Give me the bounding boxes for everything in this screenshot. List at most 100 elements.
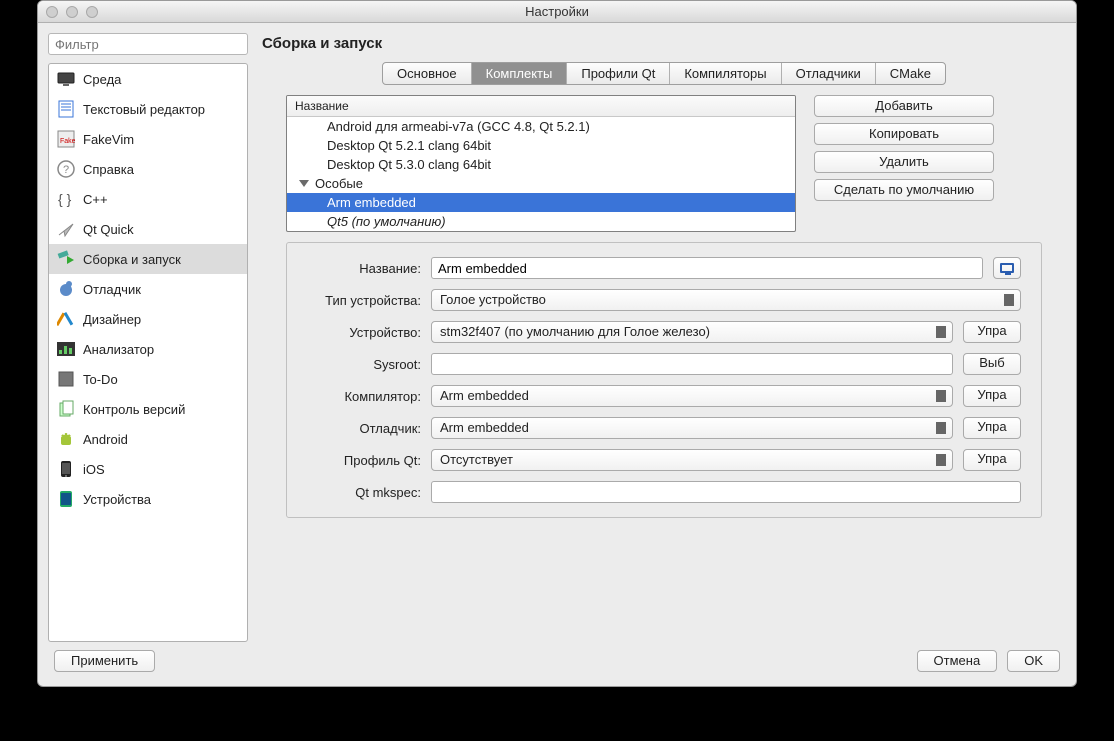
footer: Применить Отмена OK xyxy=(38,650,1076,686)
kit-row[interactable]: Desktop Qt 5.2.1 clang 64bit xyxy=(287,136,795,155)
sidebar-item-label: Справка xyxy=(83,162,134,177)
content-pane: Сборка и запуск Основное Комплекты Профи… xyxy=(262,33,1066,642)
monitor-icon xyxy=(1000,263,1014,273)
label-device-type: Тип устройства: xyxy=(307,293,421,308)
sidebar: Среда Текстовый редактор Fake FakeVim ? … xyxy=(48,33,248,642)
titlebar: Настройки xyxy=(38,1,1076,23)
tab-compilers[interactable]: Компиляторы xyxy=(670,63,781,84)
sidebar-item-vcs[interactable]: Контроль версий xyxy=(49,394,247,424)
tab-general[interactable]: Основное xyxy=(383,63,472,84)
sidebar-item-help[interactable]: ? Справка xyxy=(49,154,247,184)
sidebar-item-devices[interactable]: Устройства xyxy=(49,484,247,514)
sidebar-item-label: To-Do xyxy=(83,372,118,387)
iphone-icon xyxy=(57,460,75,478)
kits-list[interactable]: Название Android для armeabi-v7a (GCC 4.… xyxy=(286,95,796,232)
sidebar-item-label: Устройства xyxy=(83,492,151,507)
choose-sysroot-button[interactable]: Выб xyxy=(963,353,1021,375)
label-sysroot: Sysroot: xyxy=(307,357,421,372)
svg-text:?: ? xyxy=(63,164,69,176)
sidebar-item-fakevim[interactable]: Fake FakeVim xyxy=(49,124,247,154)
window-title: Настройки xyxy=(38,4,1076,19)
sidebar-item-label: Qt Quick xyxy=(83,222,134,237)
sidebar-item-qtquick[interactable]: Qt Quick xyxy=(49,214,247,244)
sidebar-item-analyzer[interactable]: Анализатор xyxy=(49,334,247,364)
sidebar-item-android[interactable]: Android xyxy=(49,424,247,454)
zoom-window-icon[interactable] xyxy=(86,6,98,18)
tab-cmake[interactable]: CMake xyxy=(876,63,945,84)
delete-button[interactable]: Удалить xyxy=(814,151,994,173)
sidebar-item-debugger[interactable]: Отладчик xyxy=(49,274,247,304)
minimize-window-icon[interactable] xyxy=(66,6,78,18)
kit-group-label: Особые xyxy=(315,175,363,192)
android-icon xyxy=(57,430,75,448)
tab-bar: Основное Комплекты Профили Qt Компилятор… xyxy=(262,62,1066,85)
paperplane-icon xyxy=(57,220,75,238)
bug-icon xyxy=(57,280,75,298)
device-icon-button[interactable] xyxy=(993,257,1021,279)
sidebar-item-label: Отладчик xyxy=(83,282,141,297)
add-button[interactable]: Добавить xyxy=(814,95,994,117)
category-list[interactable]: Среда Текстовый редактор Fake FakeVim ? … xyxy=(48,63,248,642)
svg-text:Fake: Fake xyxy=(60,138,75,145)
svg-text:{ }: { } xyxy=(58,191,72,207)
sysroot-input[interactable] xyxy=(431,353,953,375)
label-debugger: Отладчик: xyxy=(307,421,421,436)
compiler-select[interactable]: Arm embedded xyxy=(431,385,953,407)
sidebar-item-label: Анализатор xyxy=(83,342,154,357)
kit-group[interactable]: Особые xyxy=(287,174,795,193)
braces-icon: { } xyxy=(57,190,75,208)
qt-profile-select[interactable]: Отсутствует xyxy=(431,449,953,471)
chart-icon xyxy=(57,340,75,358)
kit-row[interactable]: Desktop Qt 5.3.0 clang 64bit xyxy=(287,155,795,174)
sidebar-item-label: Сборка и запуск xyxy=(83,252,181,267)
kit-row-selected[interactable]: Arm embedded xyxy=(287,193,795,212)
question-icon: ? xyxy=(57,160,75,178)
pencil-brush-icon xyxy=(57,310,75,328)
manage-qt-button[interactable]: Упра xyxy=(963,449,1021,471)
expand-icon[interactable] xyxy=(299,180,309,187)
copy-button[interactable]: Копировать xyxy=(814,123,994,145)
filter-input[interactable] xyxy=(48,33,248,55)
window-controls xyxy=(46,6,98,18)
sidebar-item-label: Дизайнер xyxy=(83,312,141,327)
sidebar-item-build-run[interactable]: Сборка и запуск xyxy=(49,244,247,274)
sidebar-item-designer[interactable]: Дизайнер xyxy=(49,304,247,334)
sidebar-item-text-editor[interactable]: Текстовый редактор xyxy=(49,94,247,124)
tablet-icon xyxy=(57,490,75,508)
kit-row-default[interactable]: Qt5 (по умолчанию) xyxy=(287,212,795,231)
device-select[interactable]: stm32f407 (по умолчанию для Голое железо… xyxy=(431,321,953,343)
close-window-icon[interactable] xyxy=(46,6,58,18)
sidebar-item-label: C++ xyxy=(83,192,108,207)
label-qt-profile: Профиль Qt: xyxy=(307,453,421,468)
sidebar-item-cpp[interactable]: { } C++ xyxy=(49,184,247,214)
device-type-select[interactable]: Голое устройство xyxy=(431,289,1021,311)
manage-debugger-button[interactable]: Упра xyxy=(963,417,1021,439)
label-name: Название: xyxy=(307,261,421,276)
label-mkspec: Qt mkspec: xyxy=(307,485,421,500)
kit-row[interactable]: Android для armeabi-v7a (GCC 4.8, Qt 5.2… xyxy=(287,117,795,136)
sidebar-item-environment[interactable]: Среда xyxy=(49,64,247,94)
sidebar-item-ios[interactable]: iOS xyxy=(49,454,247,484)
manage-compiler-button[interactable]: Упра xyxy=(963,385,1021,407)
sidebar-item-label: iOS xyxy=(83,462,105,477)
apply-button[interactable]: Применить xyxy=(54,650,155,672)
page-title: Сборка и запуск xyxy=(262,35,1066,52)
tab-qt-profiles[interactable]: Профили Qt xyxy=(567,63,670,84)
sidebar-item-label: Контроль версий xyxy=(83,402,185,417)
ok-button[interactable]: OK xyxy=(1007,650,1060,672)
make-default-button[interactable]: Сделать по умолчанию xyxy=(814,179,994,201)
sidebar-item-todo[interactable]: To-Do xyxy=(49,364,247,394)
monitor-icon xyxy=(57,70,75,88)
tab-kits[interactable]: Комплекты xyxy=(472,63,568,84)
sidebar-item-label: Текстовый редактор xyxy=(83,102,205,117)
cancel-button[interactable]: Отмена xyxy=(917,650,998,672)
mkspec-input[interactable] xyxy=(431,481,1021,503)
name-input[interactable] xyxy=(431,257,983,279)
sidebar-item-label: FakeVim xyxy=(83,132,134,147)
tab-debuggers[interactable]: Отладчики xyxy=(782,63,876,84)
manage-device-button[interactable]: Упра xyxy=(963,321,1021,343)
sidebar-item-label: Android xyxy=(83,432,128,447)
kits-header[interactable]: Название xyxy=(287,96,795,117)
kit-details: Название: Тип устройства: Голое устройст… xyxy=(286,242,1042,518)
debugger-select[interactable]: Arm embedded xyxy=(431,417,953,439)
